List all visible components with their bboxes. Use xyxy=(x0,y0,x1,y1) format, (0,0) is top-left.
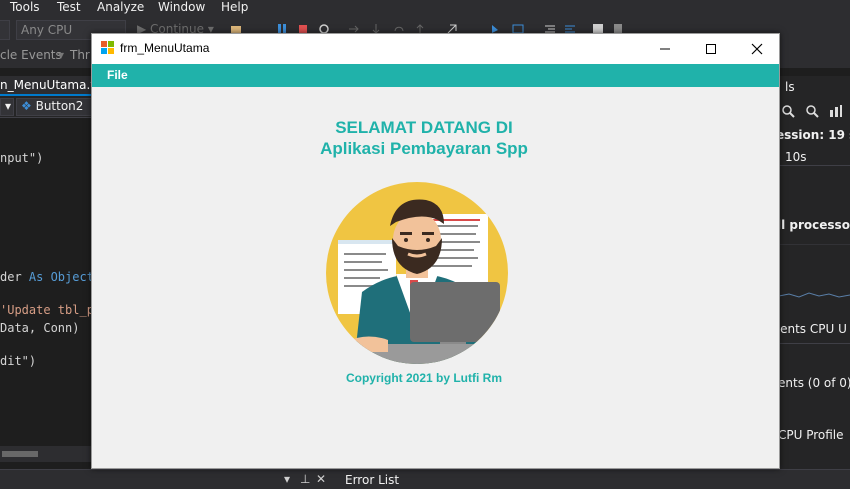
cpu-usage-graph xyxy=(779,244,850,298)
events-count: ents (0 of 0) xyxy=(778,376,850,390)
ide-menu-test[interactable]: Test xyxy=(57,0,81,14)
copyright-text: Copyright 2021 by Lutfi Rm xyxy=(345,371,503,385)
ide-menu-help[interactable]: Help xyxy=(221,0,248,14)
close-button[interactable] xyxy=(734,34,780,64)
chart-icon[interactable] xyxy=(829,104,843,118)
code-line: nput") xyxy=(0,151,44,165)
minimize-button[interactable] xyxy=(642,34,688,64)
diagnostic-title: ls xyxy=(785,80,795,94)
pin-icon[interactable]: ⊥ xyxy=(300,472,310,486)
ide-menubar: Tools Test Analyze Window Help xyxy=(0,0,850,16)
cube-icon: ❖ xyxy=(21,99,32,113)
member-combo-label: Button2 xyxy=(35,99,84,113)
member-combo[interactable]: ❖ Button2 xyxy=(16,98,95,116)
editor-tab-menuutama[interactable]: n_MenuUtama.vb xyxy=(0,76,105,96)
code-line: der As Object xyxy=(0,270,94,284)
zoom-in-icon[interactable] xyxy=(781,104,795,118)
close-icon[interactable]: ✕ xyxy=(316,472,326,486)
cpu-profile-link[interactable]: CPU Profile xyxy=(778,428,844,442)
minimize-icon xyxy=(660,48,670,50)
maximize-icon xyxy=(706,44,716,54)
app-icon xyxy=(101,41,114,54)
title-bar[interactable]: frm_MenuUtama xyxy=(92,34,779,64)
code-keyword: As Object xyxy=(28,270,94,284)
window-title: frm_MenuUtama xyxy=(120,41,210,55)
events-arrow: ▾ xyxy=(58,48,65,62)
app-name-heading: Aplikasi Pembayaran Spp xyxy=(320,139,528,158)
code-line: 'Update tbl_pe xyxy=(0,303,102,317)
diagnostic-tabs[interactable]: vents CPU U xyxy=(773,322,850,344)
horizontal-scrollbar[interactable] xyxy=(0,446,91,462)
welcome-heading: SELAMAT DATANG DI xyxy=(335,118,513,137)
editor-navbar: ▾ ❖ Button2 xyxy=(0,96,95,118)
timeline-tick: 10s xyxy=(785,150,807,164)
close-icon xyxy=(751,43,763,55)
code-line: Data, Conn) xyxy=(0,321,80,335)
code-text: der xyxy=(0,270,29,284)
menu-strip: File xyxy=(92,64,779,87)
diagnostic-tools-panel: ls ession: 19 sec 10s ll processors) ven… xyxy=(773,76,850,469)
config-dropdown[interactable] xyxy=(0,20,10,40)
maximize-button[interactable] xyxy=(688,34,734,64)
session-duration: ession: 19 sec xyxy=(776,128,850,142)
ide-menu-window[interactable]: Window xyxy=(158,0,205,14)
editor-tabs: n_MenuUtama.vb xyxy=(0,76,105,96)
cpu-graph-label: ll processors) xyxy=(777,218,850,232)
ide-menu-tools[interactable]: Tools xyxy=(10,0,40,14)
ide-bottom-bar: ▾ ⊥ ✕ Error List xyxy=(0,469,850,489)
error-list-tab[interactable]: Error List xyxy=(345,473,399,487)
code-line: dit") xyxy=(0,354,37,368)
diagnostic-toolbar xyxy=(781,102,850,124)
dropdown-arrow-icon[interactable]: ▾ xyxy=(284,472,290,486)
timeline-ruler: 10s xyxy=(779,146,850,166)
class-combo[interactable]: ▾ xyxy=(0,98,14,116)
menu-file[interactable]: File xyxy=(107,68,128,82)
events-combo[interactable]: cle Events xyxy=(0,48,62,62)
ide-menu-analyze[interactable]: Analyze xyxy=(97,0,144,14)
threads-label[interactable]: Thr xyxy=(70,48,90,62)
platform-label: Any CPU xyxy=(21,23,73,37)
code-editor[interactable]: nput") der As Object 'Update tbl_pe Data… xyxy=(0,118,101,468)
developer-at-computer-illustration xyxy=(326,182,508,364)
form-window: frm_MenuUtama File SELAMAT DATANG DI Apl… xyxy=(91,33,780,469)
diagnostic-tabs-label: vents CPU U xyxy=(773,322,847,336)
scrollbar-thumb[interactable] xyxy=(2,451,38,457)
zoom-out-icon[interactable] xyxy=(805,104,819,118)
